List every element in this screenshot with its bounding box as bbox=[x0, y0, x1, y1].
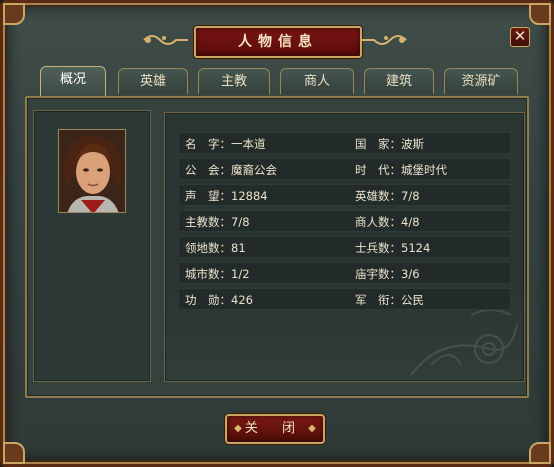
info-row: 名 字： 一本道 国 家： 波斯 bbox=[178, 132, 511, 154]
info-label: 士兵数： bbox=[355, 241, 401, 255]
info-label: 领地数： bbox=[185, 241, 231, 255]
info-row: 功 勋： 426 军 衔： 公民 bbox=[178, 288, 511, 310]
frame-corner-ornament bbox=[3, 3, 25, 25]
tab-buildings[interactable]: 建筑 bbox=[364, 68, 434, 94]
hero-portrait-icon bbox=[58, 129, 126, 213]
info-row: 城市数： 1/2 庙宇数： 3/6 bbox=[178, 262, 511, 284]
info-row: 公 会： 魔裔公会 时 代： 城堡时代 bbox=[178, 158, 511, 180]
title-scroll-ornament-icon bbox=[360, 32, 408, 48]
info-value: 7/8 bbox=[401, 189, 420, 203]
tab-overview[interactable]: 概况 bbox=[40, 66, 106, 96]
tab-merchants[interactable]: 商人 bbox=[280, 68, 354, 94]
info-row: 主教数： 7/8 商人数： 4/8 bbox=[178, 210, 511, 232]
info-label: 公 会： bbox=[185, 163, 231, 177]
info-label: 商人数： bbox=[355, 215, 401, 229]
tab-bishops[interactable]: 主教 bbox=[198, 68, 270, 94]
button-ornament-icon: ◆ bbox=[234, 423, 242, 434]
info-value: 一本道 bbox=[231, 137, 266, 151]
info-label: 时 代： bbox=[355, 163, 401, 177]
info-label: 主教数： bbox=[185, 215, 231, 229]
close-icon[interactable]: ✕ bbox=[510, 27, 530, 47]
title-scroll-ornament-icon bbox=[142, 32, 190, 48]
info-row: 领地数： 81 士兵数： 5124 bbox=[178, 236, 511, 258]
info-label: 功 勋： bbox=[185, 293, 231, 307]
info-label: 城市数： bbox=[185, 267, 231, 281]
tab-resource-mines[interactable]: 资源矿 bbox=[444, 68, 518, 94]
info-label: 国 家： bbox=[355, 137, 401, 151]
info-value: 城堡时代 bbox=[401, 163, 447, 177]
close-button-label: 关 闭 bbox=[244, 421, 306, 436]
close-button[interactable]: ◆ 关 闭 ◆ bbox=[225, 414, 325, 444]
dialog-title: 人物信息 bbox=[194, 26, 362, 58]
info-row: 声 望： 12884 英雄数： 7/8 bbox=[178, 184, 511, 206]
frame-corner-ornament bbox=[3, 442, 25, 464]
info-label: 名 字： bbox=[185, 137, 231, 151]
info-value: 7/8 bbox=[231, 215, 250, 229]
info-label: 庙宇数： bbox=[355, 267, 401, 281]
info-label: 军 衔： bbox=[355, 293, 401, 307]
info-value: 1/2 bbox=[231, 267, 250, 281]
frame-corner-ornament bbox=[529, 3, 551, 25]
button-ornament-icon: ◆ bbox=[308, 423, 316, 434]
info-value: 4/8 bbox=[401, 215, 420, 229]
info-value: 3/6 bbox=[401, 267, 420, 281]
info-value: 426 bbox=[231, 293, 253, 307]
info-value: 波斯 bbox=[401, 137, 424, 151]
info-value: 公民 bbox=[401, 293, 424, 307]
info-label: 英雄数： bbox=[355, 189, 401, 203]
info-value: 12884 bbox=[231, 189, 268, 203]
info-value: 魔裔公会 bbox=[231, 163, 277, 177]
frame-corner-ornament bbox=[529, 442, 551, 464]
info-label: 声 望： bbox=[185, 189, 231, 203]
info-value: 5124 bbox=[401, 241, 431, 255]
info-value: 81 bbox=[231, 241, 246, 255]
tab-heroes[interactable]: 英雄 bbox=[118, 68, 188, 94]
